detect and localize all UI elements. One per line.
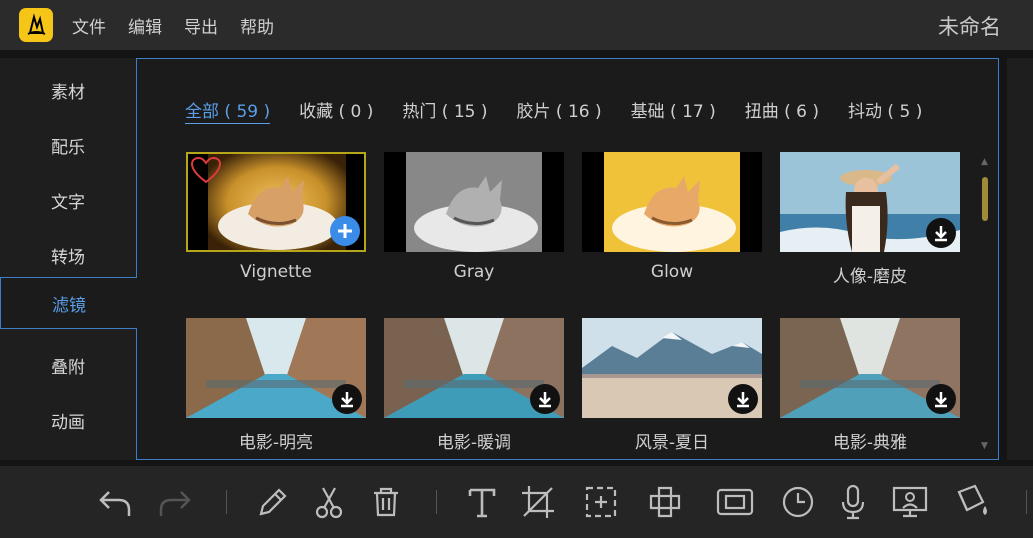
filter-label: Gray	[453, 262, 495, 282]
bottom-toolbar	[0, 466, 1033, 538]
toolbar-separator	[1026, 490, 1027, 514]
scroll-thumb[interactable]	[982, 177, 988, 221]
tab-filter[interactable]: 滤镜	[0, 277, 137, 329]
menu-file[interactable]: 文件	[72, 13, 106, 38]
filter-label: Glow	[650, 262, 694, 282]
menu-export[interactable]: 导出	[184, 13, 218, 38]
filter-thumbnail[interactable]	[384, 318, 564, 418]
tab-animation[interactable]: 动画	[0, 394, 136, 446]
sidebar: 素材 配乐 文字 转场 滤镜 叠附 动画	[0, 58, 137, 460]
filter-card-landscape-summer[interactable]: 风景-夏日	[582, 318, 762, 453]
filter-label: 风景-夏日	[634, 433, 710, 453]
toolbar-separator	[226, 490, 227, 514]
trash-icon[interactable]	[366, 482, 406, 522]
filter-thumbnail[interactable]	[384, 152, 564, 252]
filter-label: Vignette	[240, 262, 312, 282]
category-basic[interactable]: 基础 ( 17 )	[631, 97, 716, 124]
frame-icon[interactable]	[715, 482, 755, 522]
mosaic-icon[interactable]	[645, 482, 685, 522]
download-icon[interactable]	[926, 218, 956, 248]
screen-icon[interactable]	[890, 482, 930, 522]
category-all[interactable]: 全部 ( 59 )	[185, 97, 271, 124]
category-favorites[interactable]: 收藏 ( 0 )	[299, 97, 373, 124]
scroll-down-icon[interactable]: ▼	[981, 441, 988, 451]
undo-icon[interactable]	[95, 482, 135, 522]
redo-icon[interactable]	[155, 482, 195, 522]
filter-card-movie-warm[interactable]: 电影-暖调	[384, 318, 564, 453]
category-popular[interactable]: 热门 ( 15 )	[402, 97, 487, 124]
filter-label: 电影-暖调	[436, 433, 512, 453]
filter-category-tabs: 全部 ( 59 ) 收藏 ( 0 ) 热门 ( 15 ) 胶片 ( 16 ) 基…	[185, 97, 951, 124]
filter-card-movie-elegant[interactable]: 电影-典雅	[780, 318, 960, 453]
filter-thumbnail[interactable]	[780, 152, 960, 252]
app-logo-icon[interactable]	[19, 8, 53, 42]
filter-label: 电影-典雅	[832, 433, 908, 453]
paint-bucket-icon[interactable]	[953, 482, 993, 522]
category-distort[interactable]: 扭曲 ( 6 )	[745, 97, 819, 124]
add-icon[interactable]	[330, 216, 360, 246]
download-icon[interactable]	[332, 384, 362, 414]
category-film[interactable]: 胶片 ( 16 )	[517, 97, 602, 124]
filter-card-gray[interactable]: Gray	[384, 152, 564, 282]
pen-icon[interactable]	[253, 482, 293, 522]
category-shake[interactable]: 抖动 ( 5 )	[848, 97, 922, 124]
filter-thumbnail[interactable]	[780, 318, 960, 418]
tab-music[interactable]: 配乐	[0, 119, 136, 171]
download-icon[interactable]	[728, 384, 758, 414]
download-icon[interactable]	[926, 384, 956, 414]
text-icon[interactable]	[462, 482, 502, 522]
filter-card-glow[interactable]: Glow	[582, 152, 762, 282]
toolbar-separator	[436, 490, 437, 514]
document-title: 未命名	[938, 15, 1001, 39]
filter-card-portrait[interactable]: 人像-磨皮	[780, 152, 960, 287]
filter-label: 人像-磨皮	[832, 267, 908, 287]
scissors-icon[interactable]	[309, 482, 349, 522]
zoom-icon[interactable]	[581, 482, 621, 522]
menu-bar: 文件 编辑 导出 帮助	[72, 0, 274, 50]
favorite-heart-icon[interactable]	[190, 156, 222, 184]
grid-scrollbar[interactable]: ▲ ▼	[980, 157, 990, 451]
microphone-icon[interactable]	[833, 482, 873, 522]
filter-card-vignette[interactable]: Vignette	[186, 152, 366, 282]
clock-icon[interactable]	[778, 482, 818, 522]
menu-help[interactable]: 帮助	[240, 13, 274, 38]
right-strip	[1007, 58, 1033, 460]
tab-materials[interactable]: 素材	[0, 64, 136, 116]
top-bar: 文件 编辑 导出 帮助 未命名	[0, 0, 1033, 50]
filter-thumbnail[interactable]	[186, 152, 366, 252]
tab-text[interactable]: 文字	[0, 174, 136, 226]
filter-card-movie-bright[interactable]: 电影-明亮	[186, 318, 366, 453]
filter-thumbnail[interactable]	[186, 318, 366, 418]
filter-panel: 全部 ( 59 ) 收藏 ( 0 ) 热门 ( 15 ) 胶片 ( 16 ) 基…	[136, 58, 999, 460]
filter-label: 电影-明亮	[238, 433, 314, 453]
menu-edit[interactable]: 编辑	[128, 13, 162, 38]
scroll-up-icon[interactable]: ▲	[981, 157, 988, 167]
tab-overlay[interactable]: 叠附	[0, 339, 136, 391]
tab-transition[interactable]: 转场	[0, 229, 136, 281]
filter-thumbnail[interactable]	[582, 152, 762, 252]
download-icon[interactable]	[530, 384, 560, 414]
crop-icon[interactable]	[518, 482, 558, 522]
filter-thumbnail[interactable]	[582, 318, 762, 418]
